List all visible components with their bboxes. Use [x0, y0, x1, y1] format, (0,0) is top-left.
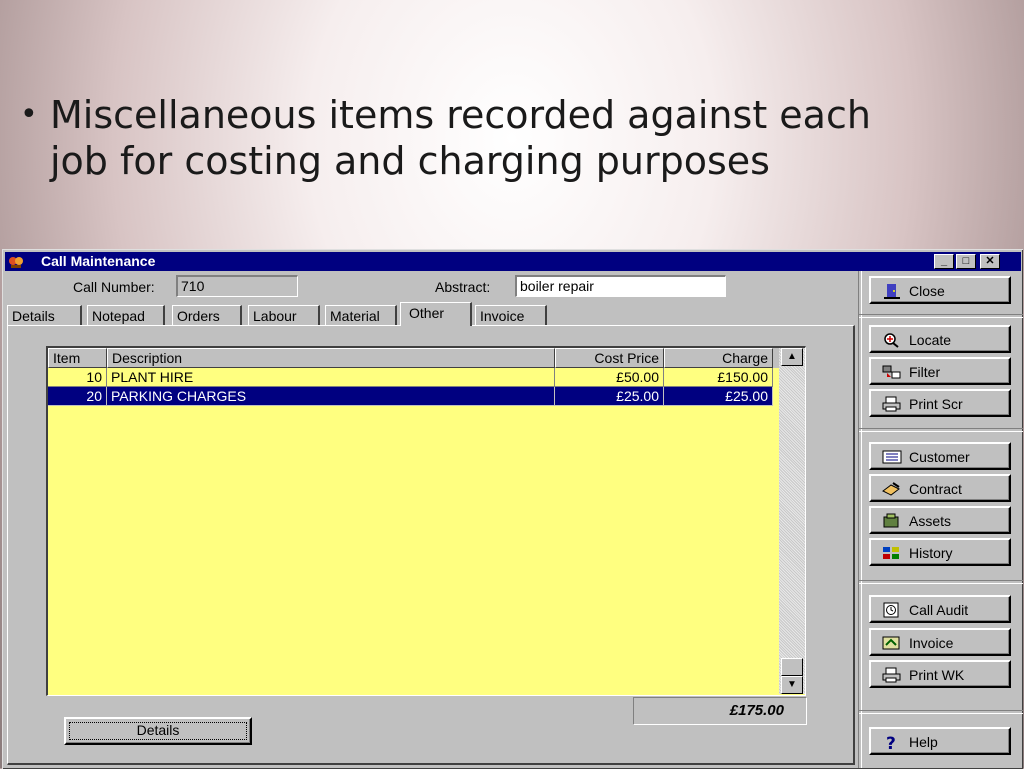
abstract-field[interactable]: boiler repair [515, 275, 726, 297]
maximize-button[interactable]: □ [956, 254, 976, 269]
assets-icon [883, 513, 899, 528]
charge-total: £175.00 [633, 697, 807, 725]
cell-charge: £25.00 [664, 387, 773, 406]
card-file-icon [882, 450, 902, 464]
help-button-label: Help [909, 734, 938, 750]
window-title: Call Maintenance [41, 253, 156, 269]
contract-button[interactable]: Contract [869, 474, 1011, 502]
close-button-label: Close [909, 283, 945, 299]
call-audit-button[interactable]: Call Audit [869, 595, 1011, 623]
printer-icon [882, 667, 901, 683]
divider [859, 314, 1023, 318]
filter-button-label: Filter [909, 364, 941, 380]
call-number-label: Call Number: [73, 279, 155, 295]
divider [859, 428, 1023, 432]
printer-icon [882, 396, 901, 412]
filter-button[interactable]: Filter [869, 357, 1011, 385]
cell-cost-price: £50.00 [555, 368, 664, 387]
print-wk-button[interactable]: Print WK [869, 660, 1011, 688]
scroll-down-icon[interactable]: ▼ [781, 676, 803, 694]
column-header-description[interactable]: Description [107, 348, 555, 368]
app-icon [9, 257, 23, 268]
call-audit-button-label: Call Audit [909, 602, 969, 618]
divider [859, 580, 1023, 584]
details-button[interactable]: Details [64, 717, 252, 745]
bullet-text: Miscellaneous items recorded against eac… [50, 93, 871, 183]
cell-item: 20 [48, 387, 107, 406]
cell-description: PLANT HIRE [107, 368, 555, 387]
contract-icon [882, 482, 900, 496]
print-scr-button-label: Print Scr [909, 396, 963, 412]
cell-cost-price: £25.00 [555, 387, 664, 406]
contract-button-label: Contract [909, 481, 962, 497]
question-mark-icon: ? [886, 734, 896, 750]
tab-details[interactable]: Details [7, 305, 82, 326]
svg-text:?: ? [886, 734, 896, 750]
print-scr-button[interactable]: Print Scr [869, 389, 1011, 417]
customer-button-label: Customer [909, 449, 970, 465]
close-window-button[interactable]: ✕ [980, 254, 1000, 269]
locate-button-label: Locate [909, 332, 952, 348]
table-row-selected[interactable]: 20 PARKING CHARGES £25.00 £25.00 [48, 387, 776, 406]
grid-header: Item Description Cost Price Charge [48, 348, 788, 368]
cell-description: PARKING CHARGES [107, 387, 555, 406]
sidebar-divider [858, 271, 862, 768]
filter-icon [882, 365, 901, 379]
tab-invoice[interactable]: Invoice [475, 305, 547, 326]
tab-orders[interactable]: Orders [172, 305, 242, 326]
assets-button-label: Assets [909, 513, 952, 529]
customer-button[interactable]: Customer [869, 442, 1011, 470]
door-exit-icon [884, 284, 900, 299]
title-bar[interactable]: Call Maintenance _ □ ✕ [5, 252, 1021, 271]
magnifier-icon [884, 333, 899, 348]
scroll-thumb[interactable] [781, 658, 803, 676]
abstract-label: Abstract: [435, 279, 491, 295]
call-number-field[interactable]: 710 [176, 275, 298, 297]
help-button[interactable]: ? Help [869, 727, 1011, 755]
clock-icon [883, 602, 899, 618]
history-icon [883, 547, 899, 559]
tab-other[interactable]: Other [400, 302, 472, 326]
tab-material[interactable]: Material [325, 305, 397, 326]
cell-item: 10 [48, 368, 107, 387]
minimize-button[interactable]: _ [934, 254, 954, 269]
slide-bullet: • Miscellaneous items recorded against e… [20, 92, 920, 184]
invoice-icon [882, 636, 900, 650]
call-maintenance-window: Call Maintenance _ □ ✕ Call Number: 710 … [2, 249, 1023, 769]
assets-button[interactable]: Assets [869, 506, 1011, 534]
vertical-scrollbar[interactable]: ▲ ▼ [779, 348, 805, 694]
column-header-charge[interactable]: Charge [664, 348, 773, 368]
scroll-up-icon[interactable]: ▲ [781, 348, 803, 366]
locate-button[interactable]: Locate [869, 325, 1011, 353]
tab-labour[interactable]: Labour [248, 305, 320, 326]
other-items-grid[interactable]: Item Description Cost Price Charge 10 PL… [46, 346, 806, 696]
tab-notepad[interactable]: Notepad [87, 305, 165, 326]
bullet-dot: • [20, 97, 38, 132]
history-button-label: History [909, 545, 953, 561]
close-button[interactable]: Close [869, 276, 1011, 304]
column-header-cost-price[interactable]: Cost Price [555, 348, 664, 368]
cell-charge: £150.00 [664, 368, 773, 387]
invoice-button-label: Invoice [909, 635, 954, 651]
divider [859, 710, 1023, 714]
history-button[interactable]: History [869, 538, 1011, 566]
print-wk-button-label: Print WK [909, 667, 965, 683]
column-header-item[interactable]: Item [48, 348, 107, 368]
invoice-button[interactable]: Invoice [869, 628, 1011, 656]
table-row[interactable]: 10 PLANT HIRE £50.00 £150.00 [48, 368, 776, 387]
